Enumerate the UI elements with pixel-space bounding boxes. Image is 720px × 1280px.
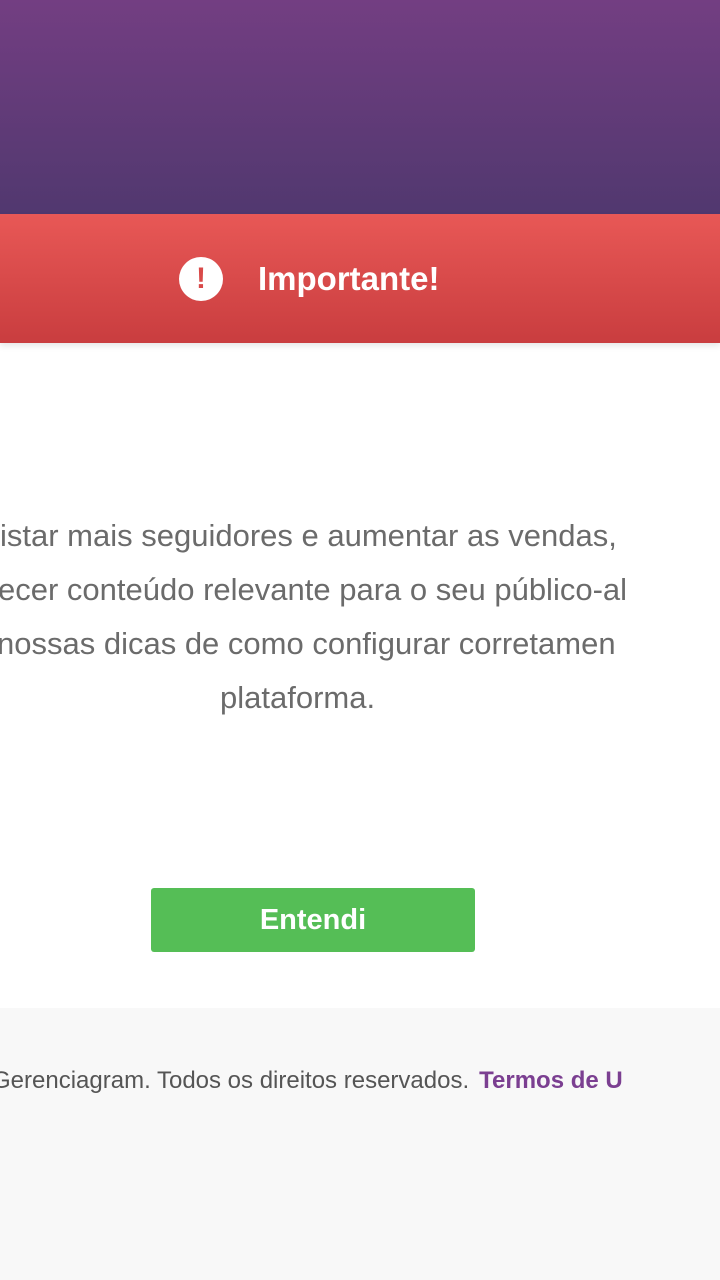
footer-text: Gerenciagram. Todos os direitos reservad… (0, 1064, 623, 1098)
message-line: plataforma. (220, 680, 376, 715)
terms-link[interactable]: Termos de U (479, 1067, 623, 1094)
alert-title: Importante! (258, 260, 440, 297)
entendi-button[interactable]: Entendi (151, 888, 475, 952)
top-header (0, 0, 720, 214)
copyright-text: Gerenciagram. Todos os direitos reservad… (0, 1067, 470, 1094)
footer (0, 1008, 720, 1280)
exclamation-circle-icon: ! (179, 257, 223, 301)
message-line: nossas dicas de como configurar corretam… (0, 626, 616, 661)
message-line: ecer conteúdo relevante para o seu públi… (0, 572, 628, 607)
message-line: istar mais seguidores e aumentar as vend… (0, 518, 617, 553)
alert-icon-glyph: ! (196, 262, 206, 295)
